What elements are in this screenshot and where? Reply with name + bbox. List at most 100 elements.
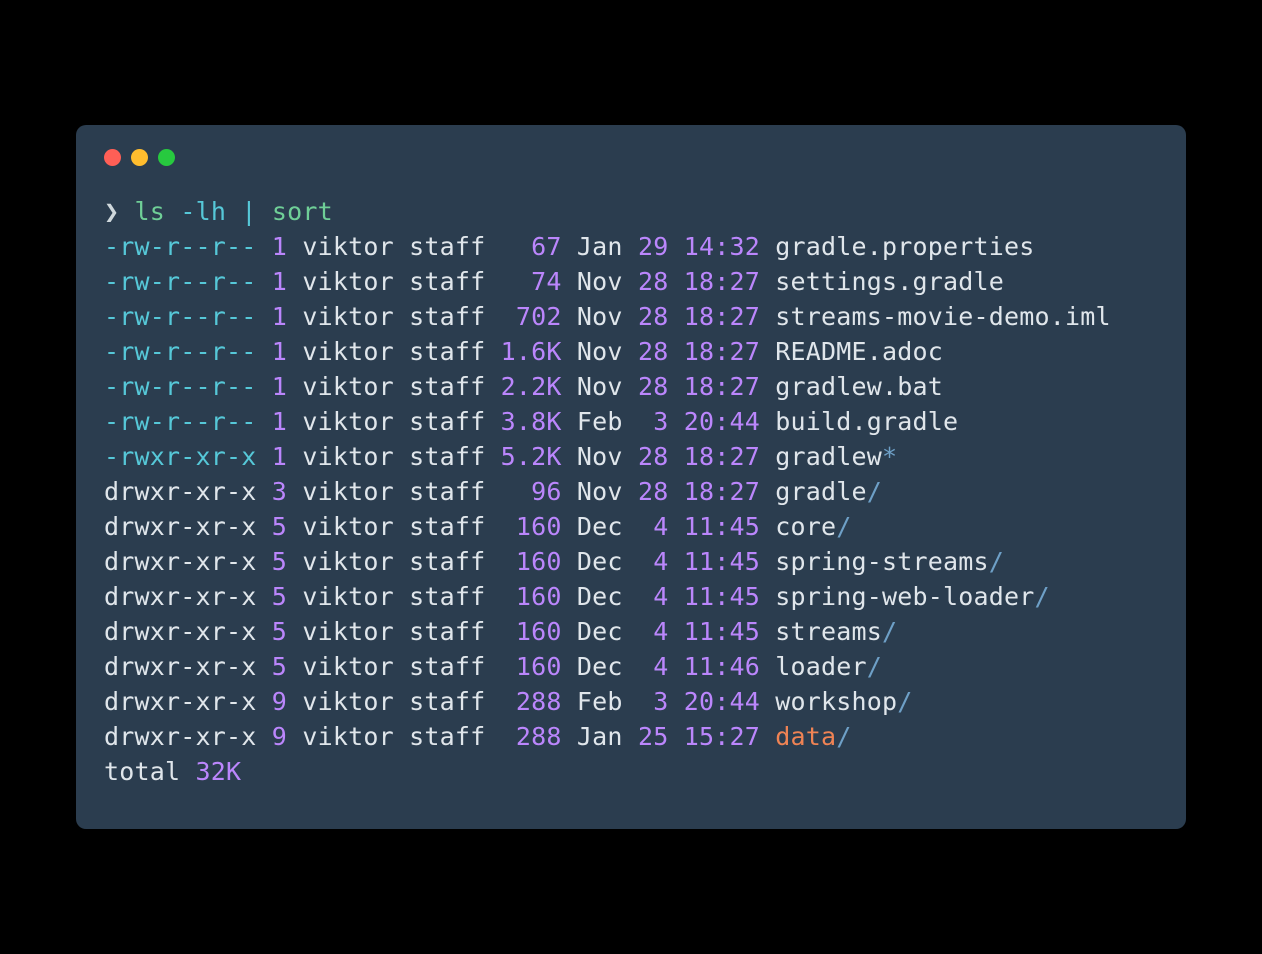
owner: viktor [302,652,394,681]
terminal-content[interactable]: ❯ ls -lh | sort -rw-r--r-- 1 viktor staf… [104,194,1158,789]
date-month: Jan [577,232,623,261]
close-button[interactable] [104,149,121,166]
window-controls [104,149,1158,194]
file-name: workshop [775,687,897,716]
owner: viktor [302,442,394,471]
date-day: 4 [638,617,669,646]
date-time: 18:27 [684,337,760,366]
date-time: 11:45 [684,582,760,611]
link-count: 1 [272,442,287,471]
file-permissions: -rw-r--r-- [104,372,257,401]
owner: viktor [302,407,394,436]
owner: viktor [302,267,394,296]
date-time: 11:45 [684,512,760,541]
file-size: 288 [501,687,562,716]
total-label: total [104,757,180,786]
file-name: streams-movie-demo.iml [775,302,1111,331]
date-month: Feb [577,687,623,716]
file-name: spring-web-loader [775,582,1034,611]
date-time: 20:44 [684,407,760,436]
file-permissions: -rw-r--r-- [104,302,257,331]
group: staff [409,232,485,261]
dir-slash-icon: / [1035,582,1050,611]
file-permissions: drwxr-xr-x [104,722,257,751]
owner: viktor [302,687,394,716]
dir-slash-icon: / [867,652,882,681]
link-count: 1 [272,267,287,296]
file-size: 160 [501,512,562,541]
date-time: 18:27 [684,302,760,331]
link-count: 5 [272,582,287,611]
file-name: gradle [775,477,867,506]
date-time: 20:44 [684,687,760,716]
group: staff [409,617,485,646]
file-name: gradlew.bat [775,372,943,401]
dir-slash-icon: / [867,477,882,506]
file-name: gradlew [775,442,882,471]
total-value: 32K [196,757,242,786]
file-permissions: drwxr-xr-x [104,477,257,506]
date-day: 28 [638,442,669,471]
file-size: 67 [501,232,562,261]
group: staff [409,302,485,331]
date-time: 15:27 [684,722,760,751]
file-name: data [775,722,836,751]
file-name: gradle.properties [775,232,1034,261]
owner: viktor [302,232,394,261]
file-size: 160 [501,547,562,576]
owner: viktor [302,617,394,646]
file-size: 288 [501,722,562,751]
file-permissions: -rw-r--r-- [104,337,257,366]
group: staff [409,652,485,681]
date-month: Dec [577,617,623,646]
dir-slash-icon: / [989,547,1004,576]
command-sort: sort [272,197,333,226]
date-time: 18:27 [684,372,760,401]
owner: viktor [302,512,394,541]
group: staff [409,267,485,296]
date-day: 28 [638,267,669,296]
date-month: Nov [577,477,623,506]
date-time: 18:27 [684,477,760,506]
file-permissions: drwxr-xr-x [104,617,257,646]
date-time: 18:27 [684,267,760,296]
date-month: Dec [577,582,623,611]
owner: viktor [302,547,394,576]
group: staff [409,687,485,716]
link-count: 5 [272,617,287,646]
file-size: 3.8K [501,407,562,436]
file-name: README.adoc [775,337,943,366]
file-name: build.gradle [775,407,958,436]
link-count: 5 [272,547,287,576]
file-permissions: drwxr-xr-x [104,547,257,576]
date-day: 4 [638,547,669,576]
command-flag: -lh [180,197,226,226]
zoom-button[interactable] [158,149,175,166]
file-size: 2.2K [501,372,562,401]
link-count: 9 [272,687,287,716]
file-permissions: -rw-r--r-- [104,407,257,436]
date-month: Nov [577,267,623,296]
link-count: 1 [272,232,287,261]
date-time: 11:45 [684,547,760,576]
file-size: 74 [501,267,562,296]
file-permissions: drwxr-xr-x [104,652,257,681]
link-count: 1 [272,372,287,401]
link-count: 1 [272,337,287,366]
date-day: 3 [638,407,669,436]
file-size: 702 [501,302,562,331]
minimize-button[interactable] [131,149,148,166]
date-day: 3 [638,687,669,716]
link-count: 1 [272,407,287,436]
file-permissions: drwxr-xr-x [104,512,257,541]
date-day: 4 [638,652,669,681]
file-permissions: -rw-r--r-- [104,232,257,261]
dir-slash-icon: / [836,722,851,751]
group: staff [409,512,485,541]
link-count: 9 [272,722,287,751]
date-month: Feb [577,407,623,436]
date-month: Dec [577,652,623,681]
prompt-arrow: ❯ [104,197,119,226]
date-day: 28 [638,302,669,331]
owner: viktor [302,582,394,611]
